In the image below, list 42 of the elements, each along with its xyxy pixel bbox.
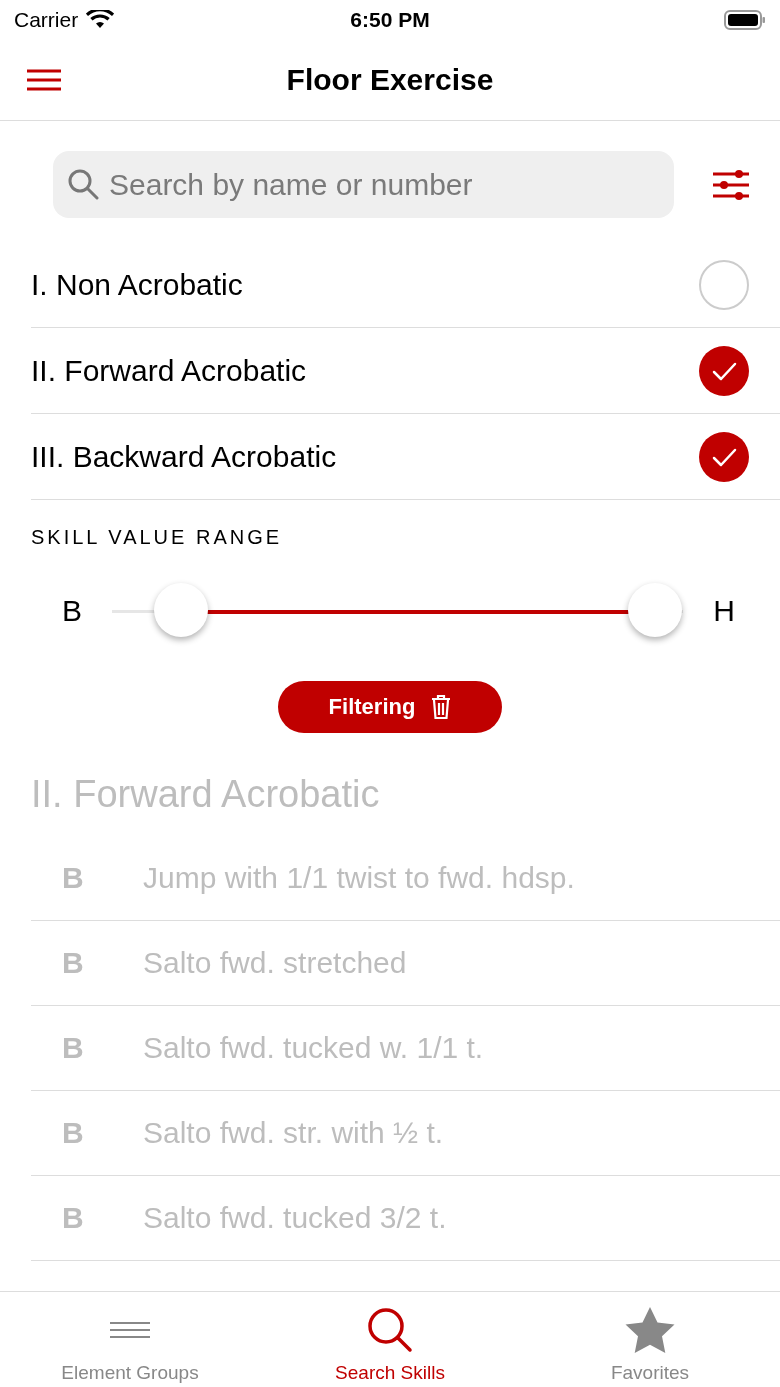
skill-name[interactable]: Salto fwd. str. with ½ t. — [143, 1116, 444, 1150]
skill-value: B — [61, 1201, 85, 1235]
status-time: 6:50 PM — [350, 8, 430, 32]
lines-icon — [109, 1320, 151, 1340]
skill-name[interactable]: Salto fwd. tucked w. 1/1 t. — [143, 1031, 484, 1065]
skill-value: B — [61, 1031, 85, 1065]
filtering-button[interactable]: Filtering — [278, 681, 502, 733]
group-title: II. Forward Acrobatic — [31, 773, 381, 816]
skill-name[interactable]: Jump with 1/1 twist to fwd. hdsp. — [143, 861, 575, 895]
skill-value: B — [61, 1116, 85, 1150]
category-row[interactable]: II. Forward Acrobatic — [31, 328, 780, 414]
section-heading: SKILL VALUE RANGE — [30, 525, 284, 549]
search-icon — [67, 168, 99, 200]
tab[interactable]: Favorites — [520, 1292, 780, 1387]
checked-checkbox[interactable] — [698, 344, 750, 397]
checkbox[interactable] — [698, 258, 750, 311]
category-label: II. Forward Acrobatic — [31, 353, 307, 388]
tab[interactable]: Search Skills — [260, 1292, 520, 1387]
skill-name[interactable]: Salto fwd. tucked 3/2 t. — [143, 1201, 447, 1235]
tab[interactable]: Element Groups — [0, 1292, 260, 1387]
category-row[interactable]: I. Non Acrobatic — [31, 242, 780, 328]
category-label: I. Non Acrobatic — [31, 267, 243, 302]
filter-settings-icon[interactable] — [712, 168, 750, 201]
star-icon — [624, 1306, 676, 1354]
range-max-label: H — [713, 594, 735, 628]
menu-icon[interactable] — [26, 68, 62, 92]
trash-icon — [431, 694, 452, 720]
range-min-label: B — [62, 594, 82, 628]
carrier-label: Carrier — [14, 8, 79, 32]
category-label: III. Backward Acrobatic — [31, 439, 337, 474]
battery-icon — [724, 9, 766, 31]
skill-value: B — [61, 946, 85, 980]
skill-value: B — [61, 861, 85, 895]
checked-checkbox[interactable] — [698, 430, 750, 483]
screen-title: Floor Exercise — [286, 63, 494, 97]
skill-name[interactable]: Salto fwd. stretched — [143, 946, 407, 980]
search-field[interactable]: Search by name or number — [53, 151, 674, 218]
wifi-icon — [86, 10, 115, 30]
slider-thumb[interactable] — [627, 582, 682, 637]
slider-thumb[interactable] — [153, 582, 208, 637]
category-row[interactable]: III. Backward Acrobatic — [31, 414, 780, 500]
search-icon — [367, 1307, 413, 1353]
